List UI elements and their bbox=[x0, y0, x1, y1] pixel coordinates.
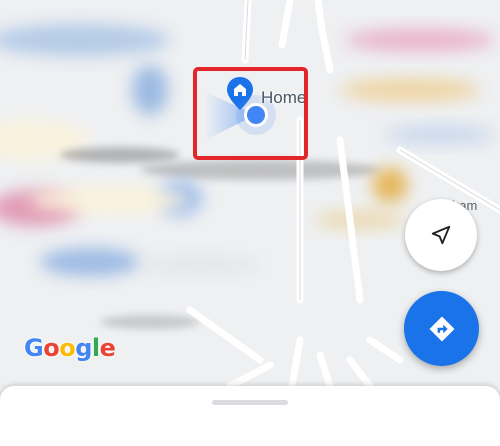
logo-letter-l: l bbox=[91, 334, 100, 362]
directions-icon bbox=[429, 316, 454, 341]
highlight-box bbox=[193, 67, 308, 160]
navigation-arrow-icon bbox=[431, 225, 451, 245]
bottom-sheet[interactable] bbox=[0, 386, 500, 446]
sheet-drag-handle[interactable] bbox=[212, 400, 288, 405]
logo-letter-e: e bbox=[99, 334, 116, 362]
logo-letter-o1: o bbox=[43, 334, 60, 362]
directions-button[interactable] bbox=[404, 291, 479, 366]
logo-letter-g: G bbox=[24, 334, 44, 362]
logo-letter-g2: g bbox=[75, 334, 92, 362]
my-location-button[interactable] bbox=[405, 199, 477, 271]
logo-letter-o2: o bbox=[59, 334, 76, 362]
google-logo: Google bbox=[24, 334, 116, 362]
